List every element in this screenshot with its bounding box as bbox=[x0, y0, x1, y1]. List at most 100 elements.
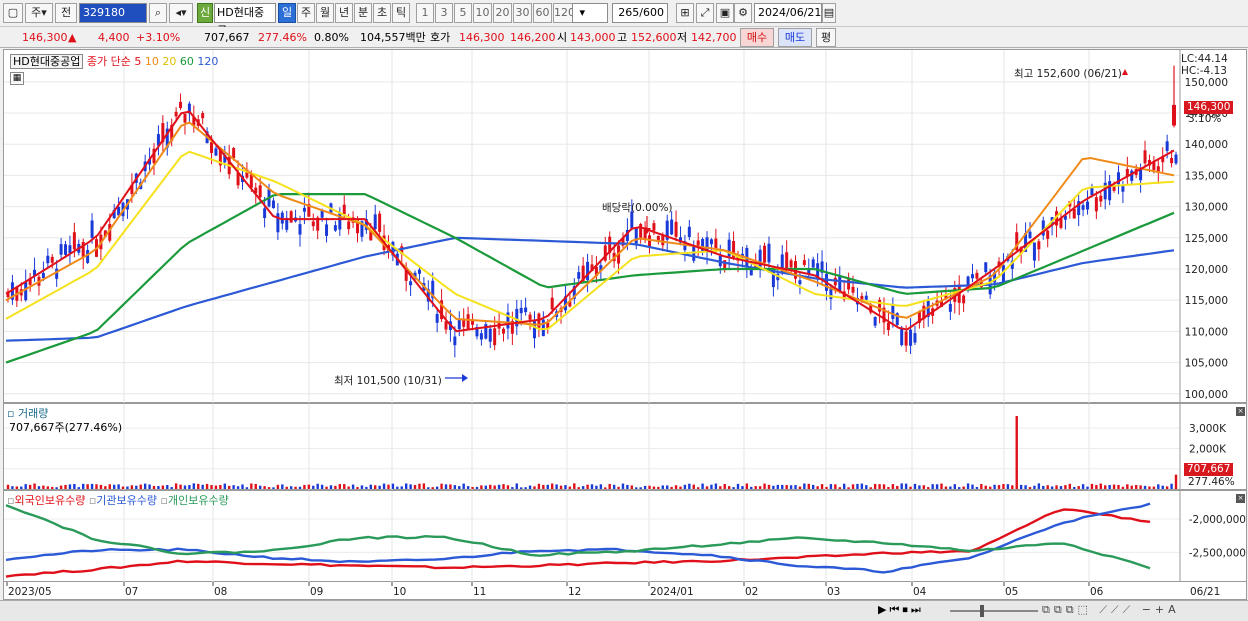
x-label-1: 07 bbox=[125, 586, 138, 598]
volume-bar bbox=[789, 485, 793, 489]
eval-button[interactable]: 평 bbox=[816, 28, 836, 47]
candle-body bbox=[493, 328, 497, 346]
volume-bar bbox=[404, 483, 408, 489]
period-unit-dropdown[interactable]: 주▾ bbox=[25, 3, 53, 23]
candle-body bbox=[276, 213, 280, 233]
candle-body bbox=[1032, 242, 1036, 261]
sell-button[interactable]: 매도 bbox=[778, 28, 812, 47]
volume-bar bbox=[458, 486, 461, 489]
price-chart: 150,000145,000140,000135,000130,000125,0… bbox=[4, 50, 1228, 404]
count-field[interactable]: 265/600 bbox=[612, 3, 668, 23]
candle-body bbox=[709, 239, 713, 245]
playback-controls[interactable]: ▶⏮⏹⏭ bbox=[878, 603, 944, 619]
volume-bar bbox=[710, 484, 713, 489]
candle-body bbox=[1170, 158, 1174, 164]
candle-body bbox=[64, 244, 68, 255]
interval-button-5[interactable]: 5 bbox=[454, 3, 472, 23]
search-icon[interactable]: ⌕ bbox=[149, 3, 167, 23]
volume-bar bbox=[303, 484, 306, 489]
candle-body bbox=[763, 245, 767, 263]
candle-body bbox=[41, 273, 45, 279]
volume-bar bbox=[338, 484, 342, 489]
vol-ytick-0: 3,000K bbox=[1189, 423, 1227, 435]
candle-body bbox=[417, 269, 421, 274]
candles bbox=[6, 93, 1178, 358]
candle-body bbox=[1121, 186, 1125, 192]
volume-bar bbox=[635, 487, 638, 489]
x-label-0: 2023/05 bbox=[8, 586, 52, 598]
volume-bar bbox=[497, 484, 501, 489]
volume-panel[interactable]: 3,000K2,000K1,000K ▫ 거래량 707,667주(277.46… bbox=[3, 403, 1247, 491]
candle-body bbox=[302, 207, 306, 212]
volume-bar bbox=[108, 484, 111, 489]
window-icon[interactable]: ▢ bbox=[3, 3, 23, 23]
ma-line-20 bbox=[5, 150, 1175, 331]
period-unit-label: 주 bbox=[31, 6, 42, 19]
volume-bar bbox=[971, 484, 974, 489]
zoom-slider-handle[interactable] bbox=[980, 605, 984, 617]
chart-tools-icon[interactable]: ⊞ bbox=[676, 3, 694, 23]
volume-bar bbox=[236, 486, 240, 489]
period-tab-5[interactable]: 초 bbox=[373, 3, 391, 23]
volume-bar bbox=[1059, 486, 1063, 489]
volume-bar bbox=[617, 486, 620, 489]
code-input[interactable]: 329180 bbox=[79, 3, 147, 23]
volume-bar bbox=[732, 487, 735, 489]
period-tab-4[interactable]: 분 bbox=[354, 3, 372, 23]
volume-bar bbox=[812, 484, 815, 489]
price-panel[interactable]: 150,000 145,000 140,000 135,000 130,000 125,0… bbox=[3, 49, 1247, 404]
gear-icon[interactable]: ⚙ bbox=[734, 3, 752, 23]
badge-new: 신 bbox=[197, 3, 213, 23]
volume-bar bbox=[842, 483, 846, 489]
grid-toggle-icon[interactable]: ▦ bbox=[10, 72, 24, 85]
quote-open: 143,000 bbox=[570, 31, 616, 44]
volume-bar bbox=[590, 484, 594, 489]
holding-panel[interactable]: -2,000,000 -2,500,000 ▫외국인보유수량 ▫기관보유수량 ▫개… bbox=[3, 490, 1247, 583]
volume-close-icon[interactable]: × bbox=[1236, 407, 1245, 416]
candle-body bbox=[201, 113, 205, 119]
interval-button-1[interactable]: 1 bbox=[416, 3, 434, 23]
candle-body bbox=[90, 220, 94, 238]
zoom-slider[interactable] bbox=[950, 605, 1038, 617]
calendar-icon[interactable]: ▤ bbox=[822, 3, 836, 23]
period-tab-0[interactable]: 일 bbox=[278, 3, 296, 23]
view-toggle-icons[interactable]: ⧉⧉⧉⬚ ⟋⟋⟋ −+A bbox=[1042, 603, 1180, 617]
draw-tools-icon[interactable]: ⤢ bbox=[696, 3, 714, 23]
volume-bar bbox=[1086, 486, 1089, 489]
volume-chart: 3,000K2,000K1,000K bbox=[4, 404, 1227, 491]
interval-button-10[interactable]: 10 bbox=[473, 3, 492, 23]
image-icon[interactable]: ▣ bbox=[716, 3, 734, 23]
hold-ytick-1: -2,500,000 bbox=[1189, 547, 1246, 559]
volume-bar bbox=[949, 486, 952, 489]
volume-bar bbox=[294, 486, 297, 489]
high-annotation: 최고 152,600 (06/21) bbox=[1014, 68, 1122, 80]
volume-bar bbox=[1068, 483, 1072, 489]
hold-ytick-0: -2,000,000 bbox=[1189, 514, 1246, 526]
date-field[interactable]: 2024/06/21 bbox=[754, 3, 822, 23]
buy-button[interactable]: 매수 bbox=[740, 28, 774, 47]
holding-close-icon[interactable]: × bbox=[1236, 494, 1245, 503]
interval-button-20[interactable]: 20 bbox=[493, 3, 512, 23]
speaker-icon[interactable]: ◂▾ bbox=[169, 3, 193, 23]
interval-button-30[interactable]: 30 bbox=[513, 3, 532, 23]
volume-bar bbox=[435, 486, 439, 489]
volume-bar bbox=[679, 486, 682, 489]
volume-bar bbox=[223, 483, 226, 489]
volume-bar bbox=[356, 487, 359, 489]
period-tab-3[interactable]: 년 bbox=[335, 3, 353, 23]
period-tab-1[interactable]: 주 bbox=[297, 3, 315, 23]
volume-bar bbox=[577, 487, 580, 489]
volume-bar bbox=[329, 485, 333, 489]
volume-bar bbox=[400, 486, 403, 489]
period-tab-2[interactable]: 월 bbox=[316, 3, 334, 23]
volume-bar bbox=[157, 485, 160, 489]
volume-bar bbox=[993, 484, 996, 489]
period-tab-6[interactable]: 틱 bbox=[392, 3, 410, 23]
prev-button[interactable]: 전 bbox=[55, 3, 77, 23]
interval-button-3[interactable]: 3 bbox=[435, 3, 453, 23]
candle-body bbox=[802, 260, 806, 265]
volume-bar bbox=[1174, 474, 1178, 489]
interval-custom-dropdown[interactable]: ▾ bbox=[572, 3, 608, 23]
volume-bar bbox=[219, 484, 222, 489]
interval-button-60[interactable]: 60 bbox=[533, 3, 552, 23]
